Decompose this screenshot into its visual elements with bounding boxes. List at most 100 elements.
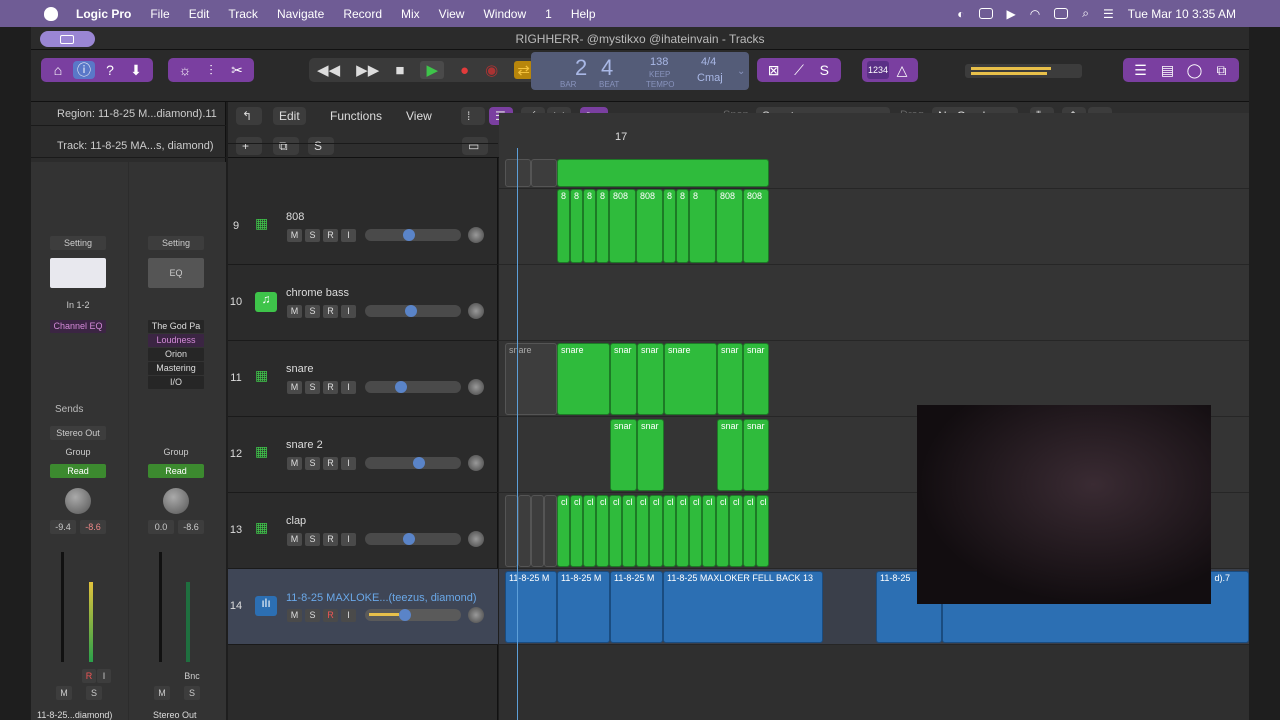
region-inspector-header[interactable]: Region: 11-8-25 M...diamond).11	[31, 102, 226, 126]
volume-fader[interactable]	[61, 552, 64, 662]
toolbar-icon[interactable]: ⬇	[125, 61, 147, 79]
volume-slider[interactable]	[365, 609, 461, 621]
region[interactable]	[505, 159, 531, 187]
track-name[interactable]: 808	[286, 211, 304, 223]
mute-button[interactable]: M	[287, 305, 302, 318]
capture-record-icon[interactable]: ◉	[485, 61, 498, 79]
plugin-god-particle[interactable]: The God Pa	[148, 320, 204, 333]
pan-knob-output[interactable]	[163, 488, 189, 514]
volume-slider[interactable]	[365, 229, 461, 241]
apple-icon[interactable]	[44, 6, 58, 21]
pan-knob[interactable]	[468, 227, 484, 243]
library-icon[interactable]: ⌂	[47, 61, 69, 79]
menu-1[interactable]: 1	[545, 7, 552, 21]
solo-button[interactable]: S	[305, 457, 320, 470]
metronome-icon[interactable]: △	[891, 61, 913, 79]
region-808[interactable]: 808	[636, 189, 663, 263]
region-clap[interactable]: cl	[609, 495, 622, 567]
region-clap[interactable]: cl	[622, 495, 636, 567]
plugin-mastering[interactable]: Mastering	[148, 362, 204, 375]
region-clap-muted[interactable]	[544, 495, 557, 567]
volume-thumb[interactable]	[413, 457, 425, 469]
audio-region[interactable]: 11-8-25 M	[557, 571, 610, 643]
region-808[interactable]: 8	[570, 189, 583, 263]
region-snare[interactable]: snare	[557, 343, 610, 415]
region-clap[interactable]: cl	[716, 495, 729, 567]
volume-thumb[interactable]	[399, 609, 411, 621]
volume-thumb[interactable]	[403, 533, 415, 545]
input-button[interactable]: I	[341, 229, 356, 242]
track-header-11[interactable]: 11 ▦ snare MSRI	[228, 341, 498, 417]
list-editors-icon[interactable]: ☰	[1130, 61, 1152, 79]
region-808[interactable]: 8	[663, 189, 676, 263]
eq-button[interactable]: EQ	[148, 258, 204, 288]
region-808[interactable]: 8	[676, 189, 689, 263]
region-snare[interactable]: snar	[610, 343, 637, 415]
pan-knob[interactable]	[65, 488, 91, 514]
volume-slider[interactable]	[365, 381, 461, 393]
play-icon[interactable]: ▶	[420, 61, 444, 79]
track-header-9[interactable]: 9 ▦ 808 MSRI	[228, 189, 498, 265]
menu-record[interactable]: Record	[343, 7, 382, 21]
region-snare-2[interactable]: snar	[637, 419, 664, 491]
volume-thumb[interactable]	[405, 305, 417, 317]
region-clap[interactable]: cl	[583, 495, 596, 567]
menu-help[interactable]: Help	[571, 7, 596, 21]
region-clap[interactable]: cl	[756, 495, 769, 567]
inspector-icon[interactable]: ⓘ	[73, 61, 95, 79]
editors-icon[interactable]: ✂	[226, 61, 248, 79]
region-808[interactable]: 808	[609, 189, 636, 263]
mute-button[interactable]: M	[287, 381, 302, 394]
region-clap[interactable]: cl	[729, 495, 743, 567]
play-status-icon[interactable]: ▶	[1007, 7, 1016, 21]
eq-thumbnail[interactable]	[50, 258, 106, 288]
region-clap[interactable]: cl	[596, 495, 609, 567]
pan-knob[interactable]	[468, 455, 484, 471]
region[interactable]	[557, 159, 769, 187]
menu-app[interactable]: Logic Pro	[76, 7, 131, 21]
volume-fader-output[interactable]	[159, 552, 162, 662]
record-enable-button[interactable]: R	[82, 669, 96, 683]
group-slot[interactable]: Group	[50, 445, 106, 459]
mute-button-output[interactable]: M	[154, 686, 170, 700]
region-snare[interactable]: snar	[743, 343, 769, 415]
region-808[interactable]: 8	[689, 189, 716, 263]
pan-knob[interactable]	[468, 607, 484, 623]
stop-icon[interactable]: ■	[395, 62, 404, 79]
solo-button[interactable]: S	[305, 609, 320, 622]
input-button[interactable]: I	[341, 305, 356, 318]
automation-mode-output[interactable]: Read	[148, 464, 204, 478]
region[interactable]	[531, 159, 557, 187]
volume-thumb[interactable]	[395, 381, 407, 393]
output-slot[interactable]: Stereo Out	[50, 426, 106, 440]
region-808[interactable]: 8	[557, 189, 570, 263]
record-button[interactable]: R	[323, 381, 338, 394]
region-clap[interactable]: cl	[557, 495, 570, 567]
mute-button[interactable]: M	[287, 229, 302, 242]
quick-help-icon[interactable]: ?	[99, 61, 121, 79]
solo-button-output[interactable]: S	[184, 686, 200, 700]
track-name[interactable]: snare	[286, 363, 314, 375]
record-button[interactable]: R	[323, 305, 338, 318]
mute-button[interactable]: M	[287, 533, 302, 546]
region-snare-2[interactable]: snar	[610, 419, 637, 491]
count-in-button[interactable]: 1234	[867, 61, 889, 79]
menu-view[interactable]: View	[439, 7, 465, 21]
solo-button[interactable]: S	[305, 229, 320, 242]
menu-file[interactable]: File	[150, 7, 169, 21]
region-clap-muted[interactable]	[531, 495, 544, 567]
region-808[interactable]: 808	[743, 189, 769, 263]
group-slot-output[interactable]: Group	[148, 445, 204, 459]
control-center-icon[interactable]: ☰	[1103, 7, 1114, 21]
record-button[interactable]: R	[323, 533, 338, 546]
region-clap-muted[interactable]	[518, 495, 531, 567]
pan-knob[interactable]	[468, 531, 484, 547]
input-button[interactable]: I	[341, 381, 356, 394]
track-name[interactable]: chrome bass	[286, 287, 349, 299]
track-header-10[interactable]: 10 ♫ chrome bass MSRI	[228, 265, 498, 341]
plugin-channel-eq[interactable]: Channel EQ	[50, 320, 106, 333]
region-clap[interactable]: cl	[570, 495, 583, 567]
solo-button[interactable]: S	[305, 381, 320, 394]
volume-slider[interactable]	[365, 457, 461, 469]
speed-icon[interactable]: ◐	[957, 7, 964, 21]
